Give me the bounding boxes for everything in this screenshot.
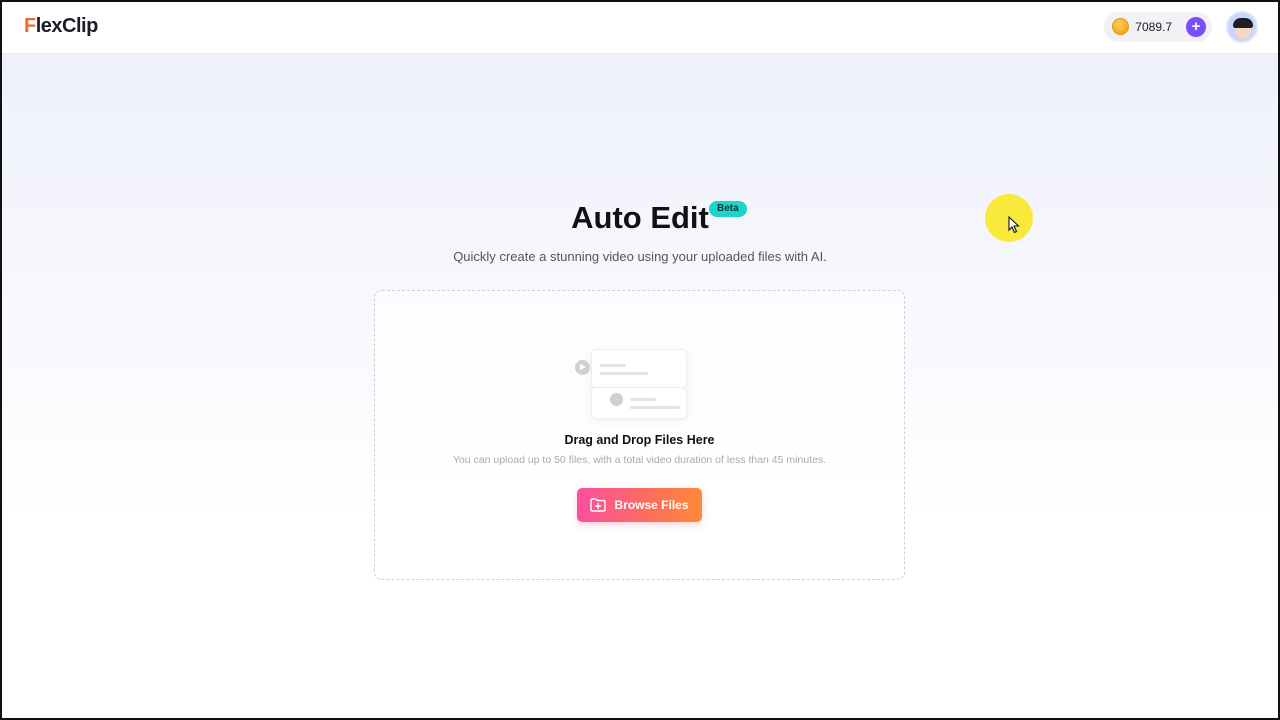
illustration-card-image [591,387,687,419]
title-row: Auto Edit [0,200,1280,236]
page-title: Auto Edit [571,200,709,235]
illustration-line [630,406,680,409]
play-icon [575,360,590,375]
header-tools: 7089.7 + [1104,10,1258,43]
credits-pill[interactable]: 7089.7 + [1104,11,1212,42]
folder-add-icon [590,498,607,512]
illustration-line [630,398,656,401]
dropzone-title: Drag and Drop Files Here [564,433,715,447]
avatar-hair [1233,17,1253,28]
browse-files-button[interactable]: Browse Files [577,488,702,522]
upload-illustration [575,347,715,427]
logo-initial: F [24,15,36,37]
file-dropzone[interactable]: Drag and Drop Files Here You can upload … [374,290,905,580]
user-avatar[interactable] [1226,10,1258,43]
illustration-line [600,372,648,375]
top-bar: FlexClip 7089.7 + [0,0,1280,54]
browse-files-label: Browse Files [614,498,689,512]
illustration-line [600,364,626,367]
logo-text: lexClip [35,15,99,37]
page-subtitle: Quickly create a stunning video using yo… [453,249,827,264]
dropzone-hint: You can upload up to 50 files, with a to… [452,454,827,466]
illustration-card-video [591,349,687,389]
credit-balance: 7089.7 [1135,19,1172,34]
add-credits-button[interactable]: + [1186,16,1206,37]
mouse-pointer-icon [1008,216,1020,234]
flexclip-logo[interactable]: FlexClip [24,15,98,38]
image-icon [610,393,623,406]
coin-icon [1112,18,1130,35]
beta-badge: Beta [709,201,747,217]
